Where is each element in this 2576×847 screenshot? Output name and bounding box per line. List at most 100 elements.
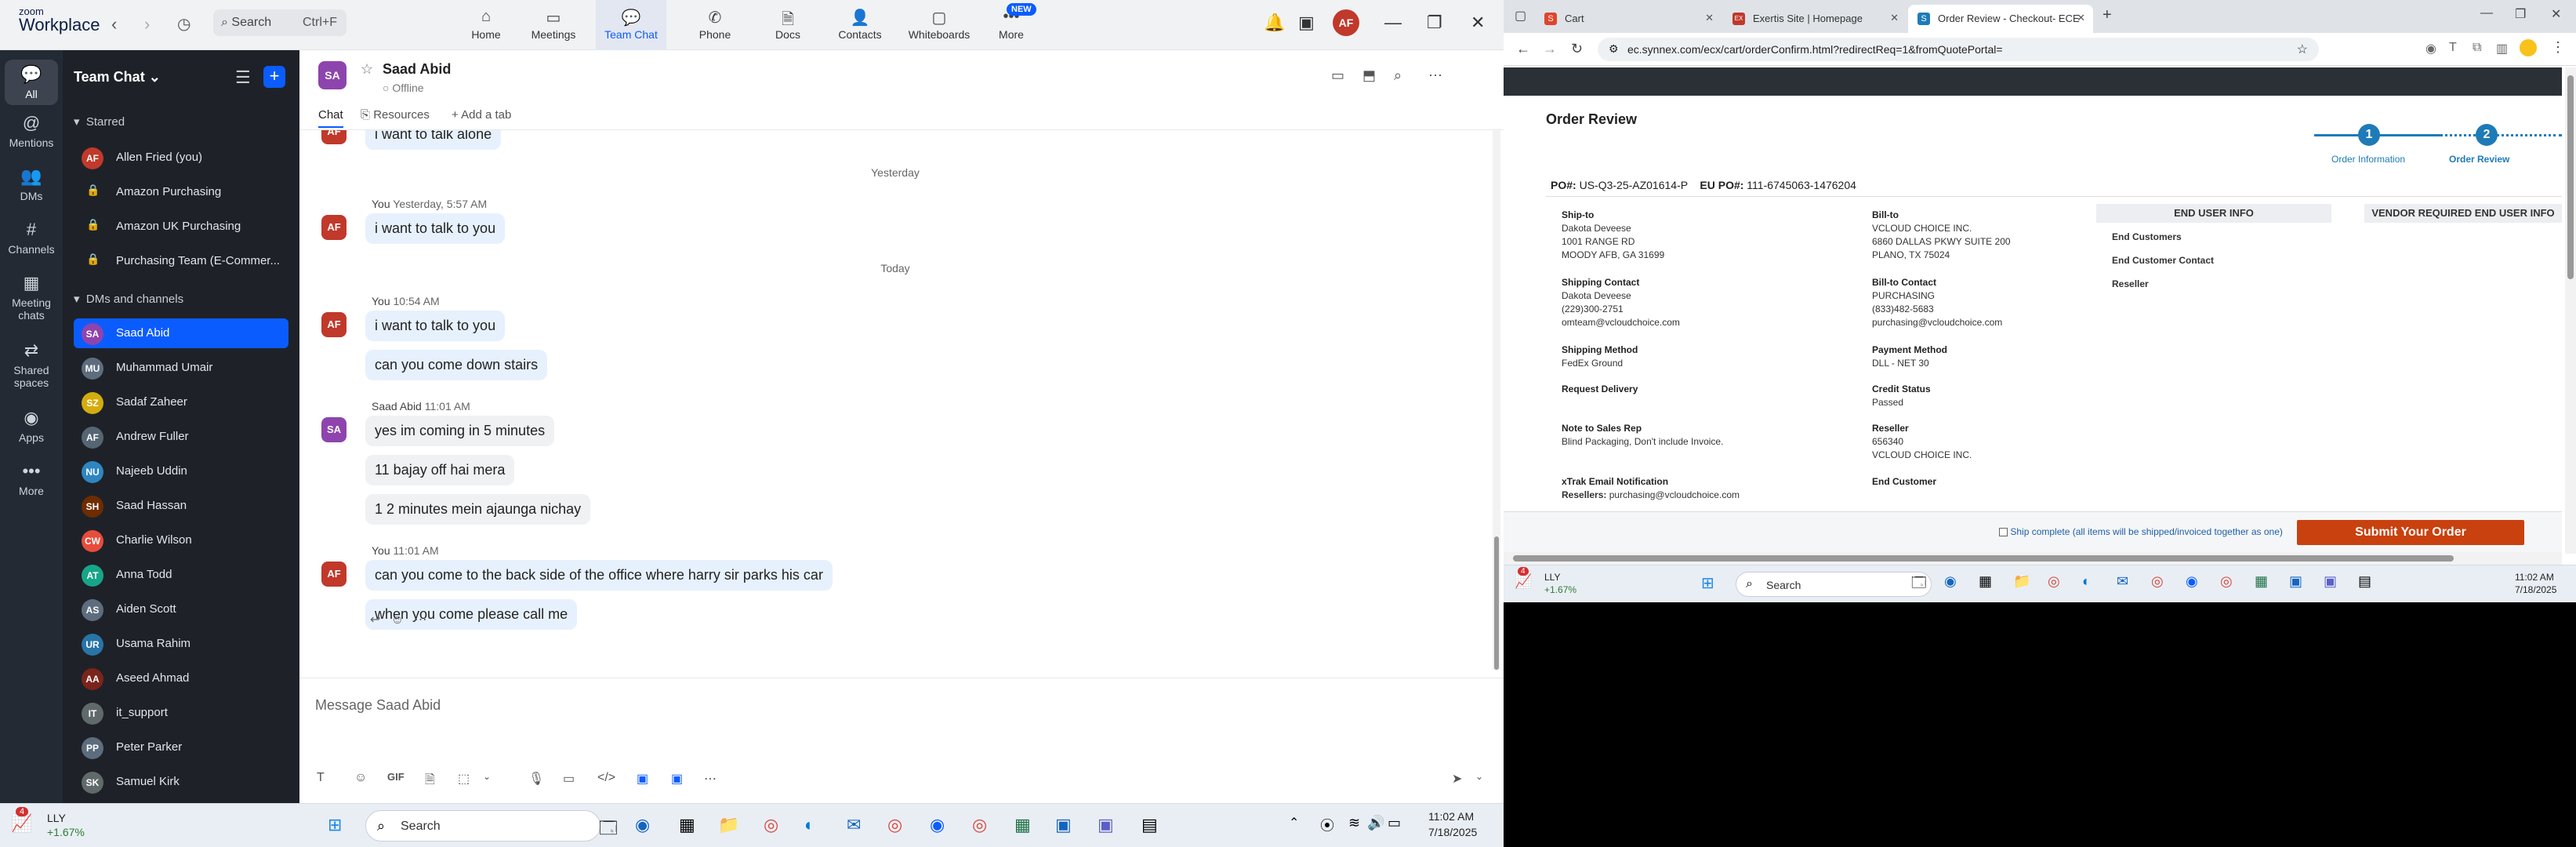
vertical-scrollbar[interactable] [2565,67,2576,554]
app-icon[interactable]: ▣ [637,771,648,787]
app-icon[interactable]: ▣ [2289,573,2302,590]
outlook-icon[interactable]: ✉ [847,815,861,835]
app-icon[interactable]: ▣ [671,771,683,787]
network-icon[interactable]: ⦿ [1320,815,1334,835]
emoji-icon[interactable]: ☺ [354,771,367,785]
rail-meeting-chats[interactable]: ▦ Meeting chats [0,273,63,322]
sidebar-item-aseed-ahmad[interactable]: AA Aseed Ahmad [74,663,288,693]
message-bubble[interactable]: i want to talk to you [365,213,506,244]
starred-section[interactable]: ▾ Starred [74,115,125,129]
chrome-icon[interactable]: ◎ [764,815,778,835]
file-explorer-icon[interactable]: 🗔 [599,815,618,845]
format-icon[interactable]: T [317,771,325,785]
calculator-icon[interactable]: ▦ [1979,573,1992,590]
stock-widget-icon[interactable]: 📈 [1515,573,1532,590]
message-input[interactable]: Message Saad Abid [315,697,441,714]
rail-all[interactable]: 💬 All [5,60,58,105]
more-icon[interactable]: ⋯ [414,613,426,627]
message-bubble[interactable]: can you come down stairs [365,350,548,380]
chrome-icon[interactable]: ◎ [972,815,987,835]
rail-mentions[interactable]: @ Mentions [0,113,63,149]
sidebar-item-peter-parker[interactable]: PP Peter Parker [74,732,288,762]
sidebar-item-muhammad-umair[interactable]: MU Muhammad Umair [74,353,288,383]
clock-time[interactable]: 11:02 AM [2515,572,2554,583]
edge-icon[interactable]: ◐ [804,815,815,835]
forward-icon[interactable]: › [144,14,150,35]
scrollbar-thumb[interactable] [1494,536,1499,670]
nav-meetings[interactable]: ▭ Meetings [521,0,586,50]
sidebar-item-saad-abid[interactable]: SA Saad Abid [74,318,288,348]
nav-team-chat[interactable]: 💬 Team Chat [596,0,666,50]
rail-channels[interactable]: # Channels [0,220,63,256]
sidebar-item-allen-fried[interactable]: AF Allen Fried (you) [74,143,288,173]
app-icon[interactable]: ◉ [1944,573,1957,590]
chevron-down-icon[interactable]: ⌄ [483,771,491,782]
tab-chat[interactable]: Chat [318,108,343,128]
teams-icon[interactable]: ▣ [1098,815,1114,835]
restore-icon[interactable]: ❐ [2515,6,2526,22]
sidebar-item-usama-rahim[interactable]: UR Usama Rahim [74,629,288,659]
message-bubble[interactable]: yes im coming in 5 minutes [365,416,555,446]
sidebar-item-sadaf-zaheer[interactable]: SZ Sadaf Zaheer [74,387,288,417]
tab-order-review[interactable]: S Order Review - Checkout- ECE ✕ [1908,5,2093,33]
taskbar-search[interactable]: ⌕ Search [1736,572,1932,597]
tab-add[interactable]: + Add a tab [452,108,511,122]
sidebar-item-purchasing-team[interactable]: 🔒 Purchasing Team (E-Commer... [74,246,288,276]
message-bubble[interactable]: i want to talk to you [365,311,506,341]
ship-complete-checkbox[interactable] [1999,528,2008,537]
reload-icon[interactable]: ↻ [1571,41,1583,57]
folder-icon[interactable]: 📁 [718,815,739,835]
nav-whiteboards[interactable]: ▢ Whiteboards [900,0,978,50]
outlook-icon[interactable]: ✉ [2117,573,2128,590]
rail-dms[interactable]: 👥 DMs [0,166,63,202]
nav-docs[interactable]: 🗎 Docs [760,0,815,50]
sidebar-item-aiden-scott[interactable]: AS Aiden Scott [74,594,288,624]
folder-icon[interactable]: 📁 [2013,573,2030,590]
file-icon[interactable]: 🗎 [425,771,435,792]
more-icon[interactable]: ⋯ [704,771,717,787]
history-icon[interactable]: ◷ [177,14,190,34]
rail-apps[interactable]: ◉ Apps [0,408,63,444]
forward-icon[interactable]: → [1543,41,1557,57]
zoom-search-box[interactable]: ⌕ Search Ctrl+F [213,9,346,36]
star-icon[interactable]: ☆ [361,61,373,78]
send-icon[interactable]: ➤ [1452,771,1462,787]
reply-icon[interactable]: ↩ [370,613,380,627]
sidebar-item-saad-hassan[interactable]: SH Saad Hassan [74,491,288,521]
tab-exertis[interactable]: EX Exertis Site | Homepage ✕ [1723,5,1907,33]
message-bubble[interactable]: 1 2 minutes mein ajaunga nichay [365,494,591,525]
sidebar-item-samuel-kirk[interactable]: SK Samuel Kirk [74,767,288,797]
windows-start-icon[interactable]: ⊞ [328,815,342,835]
wifi-icon[interactable]: ≋ [1348,815,1360,831]
chevron-up-icon[interactable]: ⌃ [1289,815,1299,831]
scrollbar-thumb[interactable] [2567,75,2574,279]
minimize-icon[interactable]: — [1384,13,1402,33]
translate-icon[interactable]: T [2449,41,2457,55]
calculator-icon[interactable]: ▦ [679,815,695,835]
volume-icon[interactable]: 🔊 [1367,815,1384,831]
share-screen-icon[interactable]: ⬒ [1362,67,1376,84]
nav-contacts[interactable]: 👤 Contacts [828,0,892,50]
mic-icon[interactable]: 🎙 [528,771,544,787]
app-icon[interactable]: ▤ [2358,573,2371,590]
message-bubble[interactable]: i want to talk alone [365,130,502,150]
clock-date[interactable]: 7/18/2025 [2515,584,2556,595]
sidebar-item-anna-todd[interactable]: AT Anna Todd [74,560,288,590]
excel-icon[interactable]: ▦ [2255,573,2268,590]
tab-cart[interactable]: S Cart ✕ [1535,5,1722,33]
rail-shared-spaces[interactable]: ⇄ Shared spaces [0,340,63,389]
nav-home[interactable]: ⌂ Home [461,0,511,50]
restore-icon[interactable]: ❐ [1427,13,1442,33]
message-bubble[interactable]: can you come to the back side of the off… [365,560,833,591]
profile-icon[interactable] [2520,39,2537,56]
scrollbar-thumb[interactable] [1513,555,2454,562]
back-icon[interactable]: ‹ [111,14,117,35]
new-chat-button[interactable]: + [263,66,285,88]
video-icon[interactable]: ▭ [1331,67,1344,84]
app-icon[interactable]: ▣ [1055,815,1072,835]
clock-time[interactable]: 11:02 AM [1428,810,1474,823]
teams-icon[interactable]: ▣ [2324,573,2337,590]
zoom-icon[interactable]: ◉ [2186,573,2198,590]
sidebar-item-najeeb-uddin[interactable]: NU Najeeb Uddin [74,456,288,486]
chrome-icon[interactable]: ◎ [887,815,902,835]
